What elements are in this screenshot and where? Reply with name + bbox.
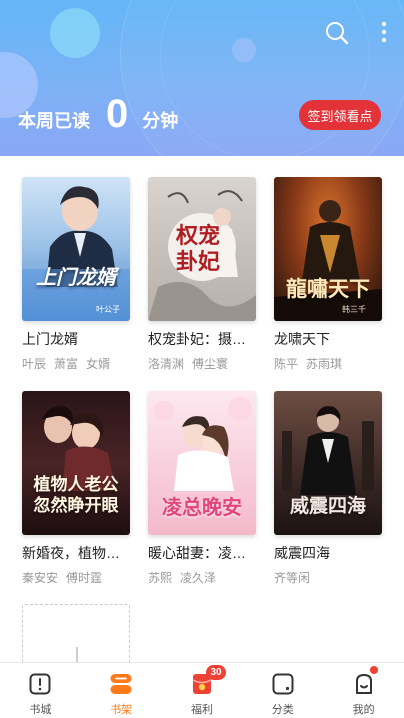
cover-text: 植物人老公忽然睁开眼: [33, 475, 119, 516]
decor-bubble: [50, 8, 100, 58]
cover-text: 龍嘯天下: [286, 276, 370, 301]
nav-label: 书城: [29, 704, 52, 716]
welfare-count-badge: 30: [206, 665, 226, 680]
cover-text: 权宠卦妃: [175, 223, 220, 275]
book-card[interactable]: 权宠卦妃 权宠卦妃：摄… 洛清渊 傅尘寰: [148, 177, 258, 372]
signin-button[interactable]: 签到领看点: [299, 100, 381, 130]
bookshelf-grid: 上门龙婿 叶公子 上门龙婿 叶辰 萧富 女婿 权宠卦妃 权宠卦妃：摄… 洛清渊 傅尘寰: [0, 156, 404, 662]
book-authors: 陈平 苏雨琪: [274, 355, 382, 372]
bookshelf-icon: [110, 674, 132, 694]
cover-text: 凌总晚安: [162, 495, 242, 519]
book-cover[interactable]: 龍嘯天下 韩三千: [274, 177, 382, 321]
book-card[interactable]: 凌总晚安 暖心甜妻：凌… 苏熙 凌久泽: [148, 391, 258, 586]
book-card[interactable]: 上门龙婿 叶公子 上门龙婿 叶辰 萧富 女婿: [22, 177, 132, 372]
author-tag: 女婿: [86, 357, 111, 371]
nav-label: 书架: [110, 704, 133, 716]
nav-item-welfare[interactable]: 福利: [162, 663, 243, 718]
search-button[interactable]: [324, 20, 350, 46]
nav-item-profile[interactable]: 我的: [323, 663, 404, 718]
weekly-reading-stat: 本周已读 0 分钟: [18, 92, 178, 142]
nav-label: 我的: [352, 704, 375, 716]
decor-bubble: [232, 38, 256, 62]
book-card[interactable]: 威震四海 威震四海 齐等闲: [274, 391, 384, 586]
book-authors: 秦安安 傅时霆: [22, 569, 130, 586]
reading-prefix: 本周已读: [18, 111, 90, 131]
book-title: 新婚夜，植物…: [22, 545, 120, 561]
book-title: 暖心甜妻：凌…: [148, 545, 246, 561]
book-title: 龙啸天下: [274, 331, 330, 347]
author-tag: 齐等闲: [274, 571, 311, 585]
book-authors: 洛清渊 傅尘寰: [148, 355, 256, 372]
author-tag: 苏雨琪: [306, 357, 343, 371]
cover-text: 威震四海: [289, 495, 366, 517]
author-tag: 陈平: [274, 357, 299, 371]
nav-item-category[interactable]: 分类: [242, 663, 323, 718]
book-title: 上门龙婿: [22, 331, 78, 347]
book-cover[interactable]: 威震四海: [274, 391, 382, 535]
cover-author: 叶公子: [96, 305, 120, 314]
notification-dot: [370, 666, 378, 674]
more-button[interactable]: [372, 18, 396, 48]
plus-icon: [76, 647, 78, 662]
more-vertical-icon: [381, 21, 387, 43]
bookstore-icon: [29, 673, 51, 695]
book-cover[interactable]: 权宠卦妃: [148, 177, 256, 321]
nav-label: 福利: [190, 704, 213, 716]
book-cover[interactable]: 凌总晚安: [148, 391, 256, 535]
author-tag: 洛清渊: [148, 357, 185, 371]
reading-unit: 分钟: [142, 111, 179, 131]
author-tag: 傅时霆: [66, 571, 103, 585]
bottom-navigation: 书城 书架 福利 分类 我的: [0, 662, 404, 718]
book-card[interactable]: 龍嘯天下 韩三千 龙啸天下 陈平 苏雨琪: [274, 177, 384, 372]
add-book-button[interactable]: [22, 604, 130, 662]
nav-item-bookstore[interactable]: 书城: [0, 663, 81, 718]
book-cover[interactable]: 上门龙婿 叶公子: [22, 177, 130, 321]
author-tag: 凌久泽: [180, 571, 217, 585]
book-authors: 苏熙 凌久泽: [148, 569, 256, 586]
cover-text: 上门龙婿: [36, 265, 116, 289]
author-tag: 萧富: [54, 357, 79, 371]
book-cover[interactable]: 植物人老公忽然睁开眼: [22, 391, 130, 535]
book-title: 威震四海: [274, 545, 330, 561]
search-icon: [326, 22, 349, 45]
book-authors: 齐等闲: [274, 569, 382, 586]
reading-minutes: 0: [106, 92, 129, 136]
book-card[interactable]: 植物人老公忽然睁开眼 新婚夜，植物… 秦安安 傅时霆: [22, 391, 132, 586]
book-title: 权宠卦妃：摄…: [148, 331, 246, 347]
cover-author: 韩三千: [342, 305, 366, 314]
category-icon: [272, 673, 294, 695]
book-authors: 叶辰 萧富 女婿: [22, 355, 130, 372]
nav-item-bookshelf[interactable]: 书架: [81, 663, 162, 718]
author-tag: 叶辰: [22, 357, 47, 371]
profile-icon: [355, 674, 372, 694]
author-tag: 秦安安: [22, 571, 59, 585]
author-tag: 傅尘寰: [192, 357, 229, 371]
nav-label: 分类: [271, 704, 294, 716]
reading-header: 本周已读 0 分钟 签到领看点: [0, 0, 404, 156]
author-tag: 苏熙: [148, 571, 173, 585]
